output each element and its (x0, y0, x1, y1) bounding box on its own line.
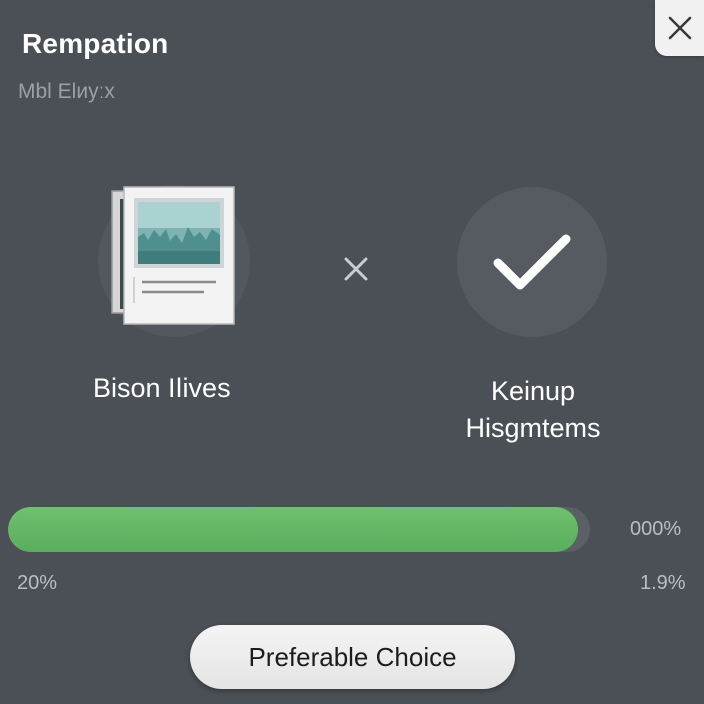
progress-percent-left: 20% (17, 572, 58, 594)
progress-percent-right-top: 000% (630, 518, 682, 540)
progress-bar (8, 507, 590, 552)
preferable-choice-button[interactable]: Preferable Choice (190, 625, 515, 689)
image-document-icon (111, 186, 235, 325)
dialog-title: Rempation (22, 28, 169, 59)
x-icon (344, 257, 368, 281)
option-left-label[interactable]: Bison Iǀives (93, 373, 231, 404)
dialog: Rempation Mbl Elиyːx Bison Iǀives Keinup… (0, 0, 704, 704)
progress-fill (8, 507, 579, 552)
close-icon (668, 16, 691, 40)
progress-percent-right-bottom: 1.9% (640, 572, 686, 594)
option-right-label-line1: Keinup (490, 376, 576, 406)
checkmark-icon (493, 234, 571, 290)
option-right-label[interactable]: Keinup Hisgmtems (440, 373, 626, 447)
option-left-icon-wrapper[interactable] (98, 185, 250, 337)
dialog-subtitle: Mbl Elиyːx (18, 80, 115, 103)
close-button[interactable] (655, 0, 704, 56)
option-right-icon-wrapper[interactable] (457, 187, 607, 337)
option-right-label-line2: Hisgmtems (465, 413, 601, 443)
